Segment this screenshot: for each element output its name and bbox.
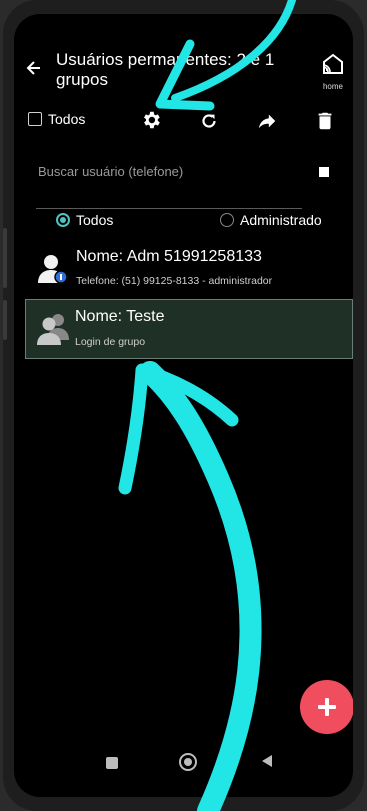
annotation-arrow-top — [171, 0, 296, 102]
annotation-arrow-bottom — [139, 361, 262, 811]
annotation-arrows — [118, 0, 296, 811]
